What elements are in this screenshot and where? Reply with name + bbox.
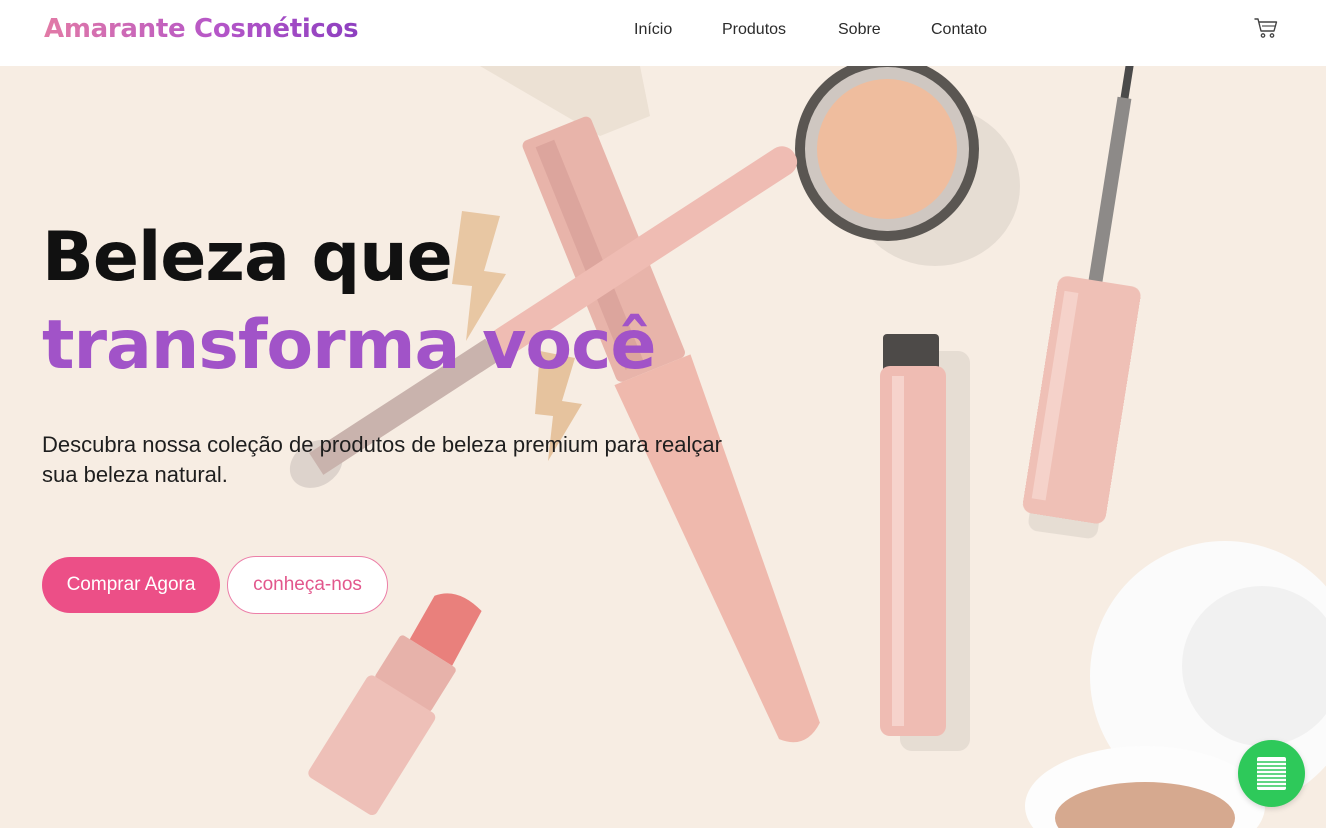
nav-link-sobre[interactable]: Sobre [838, 21, 881, 39]
nav-link-produtos[interactable]: Produtos [722, 21, 786, 39]
nav-link-contato[interactable]: Contato [931, 21, 987, 39]
menu-lines-icon [1257, 757, 1286, 790]
hero-headline-line1: Beleza que [42, 218, 453, 297]
shop-now-button[interactable]: Comprar Agora [42, 557, 220, 613]
cart-icon[interactable] [1253, 16, 1279, 40]
floating-menu-button[interactable] [1238, 740, 1305, 807]
main-nav: Início Produtos Sobre Contato [0, 21, 1326, 41]
hero-headline-line2: transforma você [42, 306, 657, 385]
about-us-button[interactable]: conheça-nos [227, 556, 388, 614]
nav-link-inicio[interactable]: Início [634, 21, 672, 39]
hero-section: Beleza que transforma você Descubra noss… [0, 66, 1326, 828]
hero-subtitle: Descubra nossa coleção de produtos de be… [42, 432, 722, 487]
top-navbar: Amarante Cosméticos Início Produtos Sobr… [0, 0, 1326, 66]
